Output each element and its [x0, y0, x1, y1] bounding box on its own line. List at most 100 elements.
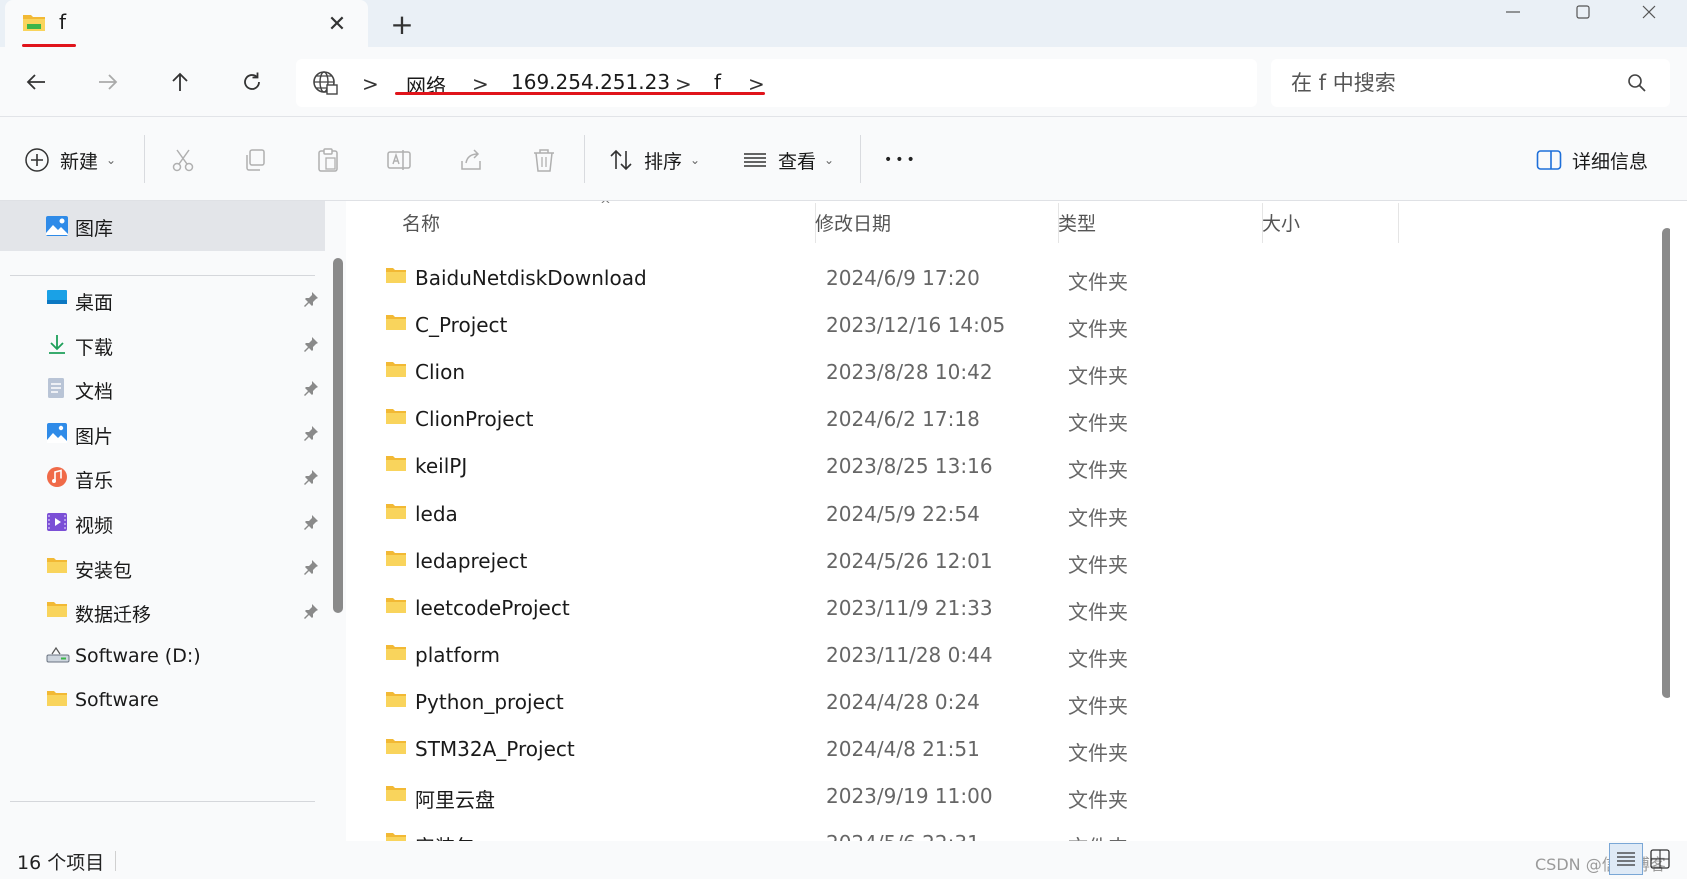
sidebar-divider	[10, 801, 315, 802]
refresh-icon[interactable]	[232, 64, 272, 100]
view-label: 查看	[778, 150, 817, 173]
tiles-view-button[interactable]	[1648, 847, 1672, 871]
column-label: 修改日期	[815, 212, 892, 235]
search-icon[interactable]	[1627, 73, 1647, 93]
new-tab-button[interactable]: +	[386, 8, 418, 41]
music-icon	[46, 466, 68, 488]
details-pane-button[interactable]: 详细信息	[1536, 143, 1648, 177]
file-row[interactable]: 阿里云盘 2023/9/19 11:00 文件夹	[355, 772, 1645, 819]
pin-icon[interactable]	[303, 603, 319, 620]
sort-icon	[608, 147, 634, 173]
more-options-button[interactable]: •••	[884, 143, 918, 177]
pin-icon[interactable]	[303, 469, 319, 486]
column-header-type[interactable]: 类型	[1011, 201, 1211, 243]
file-type: 文件夹	[1068, 693, 1128, 718]
pin-icon[interactable]	[303, 336, 319, 352]
minimize-icon[interactable]	[1490, 0, 1536, 24]
file-row[interactable]: ledapreject 2024/5/26 12:01 文件夹	[355, 537, 1645, 584]
toolbar-divider	[144, 135, 145, 183]
videos-icon	[46, 511, 68, 533]
column-header-modified[interactable]: 修改日期	[768, 201, 1040, 243]
file-row[interactable]: STM32A_Project 2024/4/8 21:51 文件夹	[355, 725, 1645, 772]
close-tab-icon[interactable]: ✕	[323, 10, 351, 38]
status-divider	[115, 851, 116, 871]
file-type: 文件夹	[1068, 831, 1128, 841]
pin-icon[interactable]	[303, 514, 319, 530]
copy-button[interactable]	[242, 143, 268, 177]
file-row[interactable]: ClionProject 2024/6/2 17:18 文件夹	[355, 395, 1645, 442]
sidebar-scrollbar[interactable]	[333, 258, 343, 613]
breadcrumb-separator: >	[362, 72, 379, 96]
sidebar-item-10[interactable]: Software	[0, 678, 325, 724]
sidebar-item-gallery[interactable]: 图库	[0, 201, 325, 251]
file-type: 文件夹	[1068, 741, 1128, 765]
sort-button[interactable]: 排序 ⌄	[608, 143, 700, 177]
file-type: 文件夹	[1068, 552, 1128, 577]
cut-button[interactable]	[170, 143, 196, 177]
file-row[interactable]: keilPJ 2023/8/25 13:16 文件夹	[355, 442, 1645, 489]
pin-icon[interactable]	[303, 380, 319, 397]
file-row[interactable]: Clion 2023/8/28 10:42 文件夹	[355, 348, 1645, 395]
breadcrumb-host[interactable]: 169.254.251.23	[511, 70, 670, 94]
view-button[interactable]: 查看 ⌄	[742, 143, 834, 177]
sidebar-item-9[interactable]: Software (D:)	[0, 634, 325, 680]
close-window-icon[interactable]	[1626, 0, 1672, 24]
file-row[interactable]: BaiduNetdiskDownload 2024/6/9 17:20 文件夹	[355, 254, 1645, 301]
delete-button[interactable]	[531, 143, 557, 177]
breadcrumb-folder-f[interactable]: f	[714, 70, 721, 94]
share-button[interactable]	[458, 143, 484, 177]
column-header-name[interactable]: 名称 ^	[355, 201, 815, 243]
forward-icon[interactable]	[88, 64, 128, 100]
sidebar-item-7[interactable]: 安装包	[0, 545, 325, 591]
sidebar-item-3[interactable]: 文档	[0, 366, 325, 412]
address-bar[interactable]: > 网络 > 169.254.251.23 > f >	[296, 59, 1257, 107]
file-modified-date: 2024/6/9 17:20	[826, 266, 980, 290]
search-input[interactable]	[1291, 67, 1611, 99]
folder-icon	[385, 407, 407, 425]
paste-button[interactable]	[315, 143, 341, 177]
file-row[interactable]: leetcodeProject 2023/11/9 21:33 文件夹	[355, 584, 1645, 631]
up-icon[interactable]	[160, 64, 200, 100]
search-box[interactable]	[1271, 59, 1670, 107]
file-row[interactable]: C_Project 2023/12/16 14:05 文件夹	[355, 301, 1645, 348]
sidebar-item-6[interactable]: 视频	[0, 500, 325, 546]
file-name: keilPJ	[415, 454, 468, 479]
sidebar-item-4[interactable]: 图片	[0, 411, 325, 457]
folder-icon	[385, 266, 407, 284]
sidebar-item-5[interactable]: 音乐	[0, 455, 325, 501]
sidebar-item-8[interactable]: 数据迁移	[0, 589, 325, 635]
file-type: 文件夹	[1068, 599, 1128, 624]
sidebar-item-1[interactable]: 桌面	[0, 277, 325, 323]
chevron-down-icon: ⌄	[824, 153, 835, 167]
file-modified-date: 2023/9/19 11:00	[826, 784, 993, 809]
file-row[interactable]: 安装包 2024/5/6 22:31 文件夹	[355, 819, 1645, 841]
file-list-scrollbar[interactable]	[1662, 228, 1670, 698]
file-modified-date: 2024/6/2 17:18	[826, 407, 980, 432]
column-header-size[interactable]: 大小	[1215, 201, 1395, 243]
item-count: 16 个项目	[17, 852, 105, 874]
pin-icon[interactable]	[303, 291, 319, 307]
annotation-underline	[395, 92, 765, 95]
tab-f[interactable]: f ✕	[5, 0, 368, 47]
back-icon[interactable]	[16, 64, 56, 100]
new-button[interactable]: 新建 ⌄	[24, 143, 116, 177]
column-label: 类型	[1058, 212, 1097, 235]
clipboard-icon	[315, 147, 341, 173]
file-type: 文件夹	[1068, 317, 1128, 342]
pin-icon[interactable]	[303, 559, 319, 575]
tab-title: f	[59, 10, 67, 34]
file-name: leetcodeProject	[415, 595, 570, 620]
sidebar-item-label: 视频	[75, 515, 114, 537]
rename-button[interactable]	[386, 143, 412, 177]
list-view-icon	[742, 147, 768, 173]
pin-icon[interactable]	[303, 425, 319, 441]
file-row[interactable]: leda 2024/5/9 22:54 文件夹	[355, 490, 1645, 537]
column-divider[interactable]	[1398, 203, 1399, 243]
maximize-icon[interactable]	[1560, 0, 1606, 24]
file-type: 文件夹	[1068, 458, 1128, 483]
file-row[interactable]: Python_project 2024/4/28 0:24 文件夹	[355, 678, 1645, 725]
details-view-button[interactable]	[1609, 843, 1643, 875]
sidebar-item-label: Software	[75, 689, 159, 712]
sidebar-item-2[interactable]: 下载	[0, 322, 325, 368]
file-row[interactable]: platform 2023/11/28 0:44 文件夹	[355, 631, 1645, 678]
